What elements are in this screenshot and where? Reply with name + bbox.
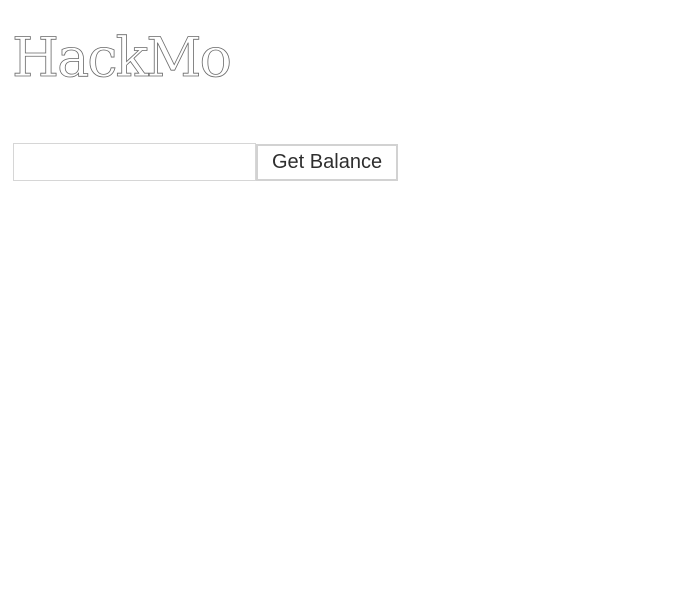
balance-form: Get Balance — [13, 143, 399, 181]
address-input[interactable] — [13, 143, 256, 181]
get-balance-button[interactable]: Get Balance — [256, 143, 399, 181]
brand-title: HackMo — [12, 26, 233, 90]
page: HackMo Get Balance — [0, 0, 700, 600]
